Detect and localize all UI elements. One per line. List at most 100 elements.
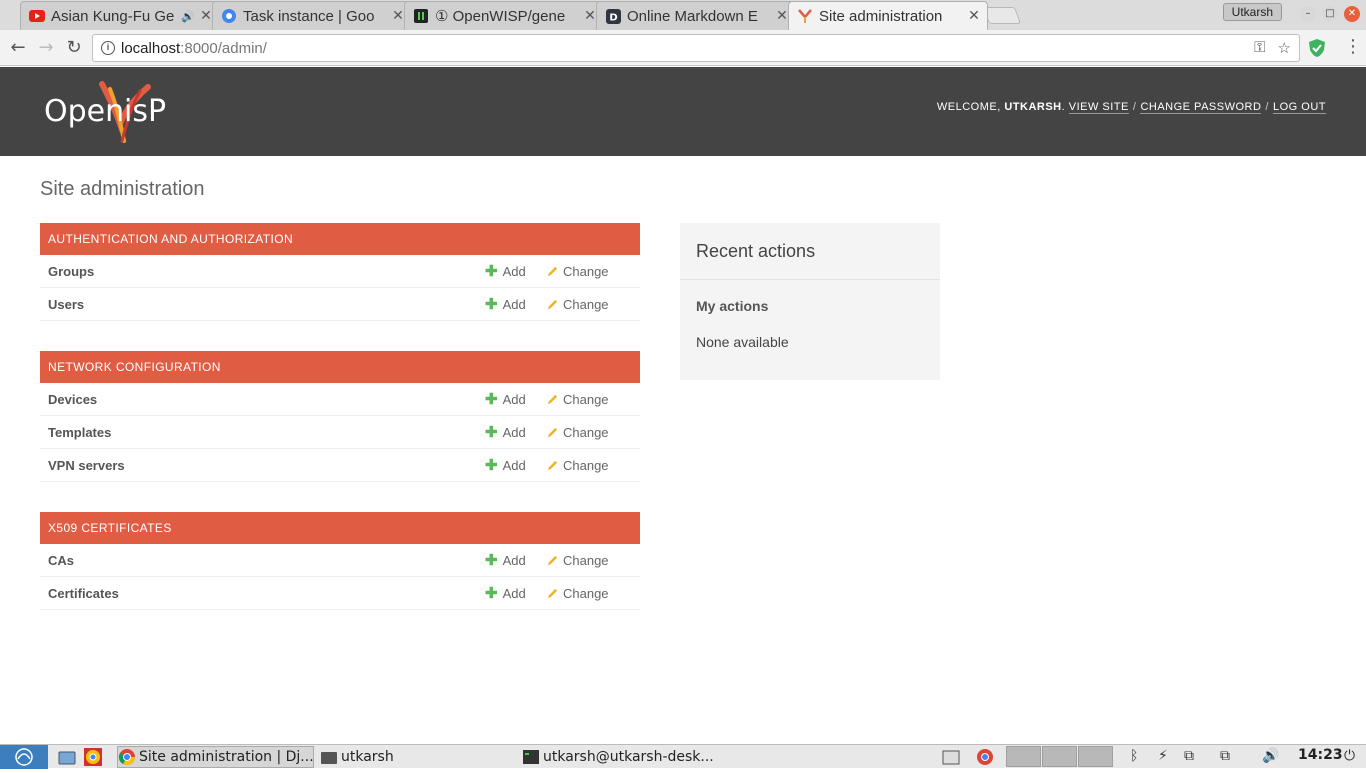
model-row-templates: Templates ✚ Add Change	[40, 416, 640, 449]
clock[interactable]: 14:23	[1298, 747, 1343, 763]
model-row-cas: CAs ✚ Add Change	[40, 544, 640, 577]
speaker-icon[interactable]: 🔊	[181, 10, 195, 23]
folder-icon	[321, 752, 337, 764]
model-link[interactable]: Templates	[48, 425, 485, 440]
add-button[interactable]: ✚ Add	[485, 392, 547, 407]
pencil-icon	[547, 588, 558, 598]
tab-site-administration[interactable]: Site administration ✕	[788, 1, 988, 30]
change-button[interactable]: Change	[547, 458, 632, 473]
add-button[interactable]: ✚ Add	[485, 586, 547, 601]
add-button[interactable]: ✚ Add	[485, 264, 547, 279]
task-label: utkarsh	[341, 749, 394, 765]
pencil-icon	[547, 266, 558, 276]
network-icon[interactable]: ⧉	[1220, 748, 1230, 764]
tab-title: Site administration	[819, 7, 943, 25]
close-icon[interactable]: ✕	[199, 8, 213, 24]
none-available-text: None available	[696, 334, 789, 350]
change-button[interactable]: Change	[547, 392, 632, 407]
chrome-tray[interactable]	[976, 746, 997, 768]
power-icon[interactable]: ⏻	[1344, 748, 1355, 764]
plus-icon: ✚	[485, 262, 498, 280]
bluetooth-icon[interactable]: ᛒ	[1130, 748, 1138, 764]
user-tools: Welcome, UTKARSH. View site / Change passw…	[936, 101, 1326, 114]
change-button[interactable]: Change	[547, 425, 632, 440]
chrome-launcher[interactable]	[84, 746, 105, 768]
star-icon[interactable]: ☆	[1278, 39, 1291, 57]
close-icon[interactable]: ✕	[583, 8, 597, 24]
model-link[interactable]: CAs	[48, 553, 485, 568]
change-button[interactable]: Change	[547, 297, 632, 312]
file-manager-launcher[interactable]	[58, 746, 79, 768]
os-taskbar: Site administration | Dj... utkarsh utka…	[0, 744, 1366, 769]
page-title: Site administration	[40, 178, 205, 200]
back-arrow-icon[interactable]: ←	[7, 37, 29, 59]
forward-arrow-icon[interactable]: →	[35, 37, 57, 59]
minimize-icon[interactable]: –	[1300, 6, 1316, 22]
youtube-icon	[29, 8, 45, 24]
workspace-3[interactable]	[1078, 746, 1113, 767]
add-button[interactable]: ✚ Add	[485, 297, 547, 312]
pencil-icon	[547, 394, 558, 404]
close-icon[interactable]: ✕	[967, 8, 981, 24]
close-icon[interactable]: ✕	[775, 8, 789, 24]
info-icon[interactable]: i	[101, 41, 115, 55]
welcome-text: Welcome,	[936, 101, 1001, 113]
module-caption[interactable]: Network Configuration	[40, 351, 640, 383]
tab-youtube[interactable]: Asian Kung-Fu Ge 🔊 ✕	[20, 1, 220, 30]
module-caption[interactable]: X509 Certificates	[40, 512, 640, 544]
pencil-icon	[547, 299, 558, 309]
address-bar[interactable]: i localhost:8000/admin/ ⚿ ☆	[92, 34, 1300, 62]
volume-icon[interactable]: 🔊	[1262, 748, 1279, 764]
model-link[interactable]: Users	[48, 297, 485, 312]
add-button[interactable]: ✚ Add	[485, 425, 547, 440]
module-caption[interactable]: Authentication and Authorization	[40, 223, 640, 255]
browser-toolbar: ← → ↻ i localhost:8000/admin/ ⚿ ☆	[0, 30, 1366, 66]
task-site-administration[interactable]: Site administration | Dj...	[117, 746, 314, 768]
change-button[interactable]: Change	[547, 553, 632, 568]
pencil-icon	[547, 427, 558, 437]
maximize-icon[interactable]: □	[1322, 6, 1338, 22]
add-button[interactable]: ✚ Add	[485, 553, 547, 568]
model-link[interactable]: Certificates	[48, 586, 485, 601]
close-icon[interactable]: ✕	[391, 8, 405, 24]
reload-icon[interactable]: ↻	[63, 37, 85, 59]
change-button[interactable]: Change	[547, 586, 632, 601]
module-x509-certificates: X509 Certificates CAs ✚ Add Change Certif…	[40, 512, 640, 610]
view-site-link[interactable]: View site	[1068, 101, 1129, 114]
browser-menu-icon[interactable]: ⋮	[1344, 38, 1362, 56]
app-icon	[413, 8, 429, 24]
my-actions-heading: My actions	[696, 298, 769, 314]
tab-task-instance[interactable]: Task instance | Goo ✕	[212, 1, 412, 30]
new-tab-button[interactable]	[982, 7, 1022, 24]
tab-markdown[interactable]: D Online Markdown E ✕	[596, 1, 796, 30]
terminal-icon	[523, 750, 539, 764]
workspace-2[interactable]	[1042, 746, 1077, 767]
profile-button[interactable]: Utkarsh	[1222, 3, 1282, 21]
key-icon[interactable]: ⚿	[1254, 39, 1265, 57]
model-link[interactable]: Devices	[48, 392, 485, 407]
model-row-certificates: Certificates ✚ Add Change	[40, 577, 640, 610]
close-window-icon[interactable]: ✕	[1344, 6, 1360, 22]
model-row-vpn-servers: VPN servers ✚ Add Change	[40, 449, 640, 482]
model-link[interactable]: Groups	[48, 264, 485, 279]
browser-tab-strip: Asian Kung-Fu Ge 🔊 ✕ Task instance | Goo…	[0, 0, 1366, 30]
chrome-icon	[118, 749, 136, 766]
network-icon[interactable]: ⧉	[1184, 748, 1194, 764]
plus-icon: ✚	[485, 295, 498, 313]
add-button[interactable]: ✚ Add	[485, 458, 547, 473]
model-link[interactable]: VPN servers	[48, 458, 485, 473]
workspace-1[interactable]	[1006, 746, 1041, 767]
tab-title: Task instance | Goo	[243, 7, 375, 25]
change-button[interactable]: Change	[547, 264, 632, 279]
log-out-link[interactable]: Log out	[1272, 101, 1326, 114]
task-file-manager[interactable]: utkarsh	[320, 746, 516, 768]
openwisp-logo[interactable]: Open isP	[44, 79, 204, 149]
task-terminal[interactable]: utkarsh@utkarsh-desk...	[522, 746, 718, 768]
power-plug-icon[interactable]: ⚡	[1158, 748, 1168, 764]
model-row-users: Users ✚ Add Change	[40, 288, 640, 321]
tab-openwisp-github[interactable]: ① OpenWISP/gene ✕	[404, 1, 604, 30]
change-password-link[interactable]: Change password	[1140, 101, 1262, 114]
shield-icon[interactable]	[1308, 38, 1326, 58]
start-menu-button[interactable]	[0, 745, 48, 769]
window-switch-button[interactable]	[942, 746, 963, 768]
